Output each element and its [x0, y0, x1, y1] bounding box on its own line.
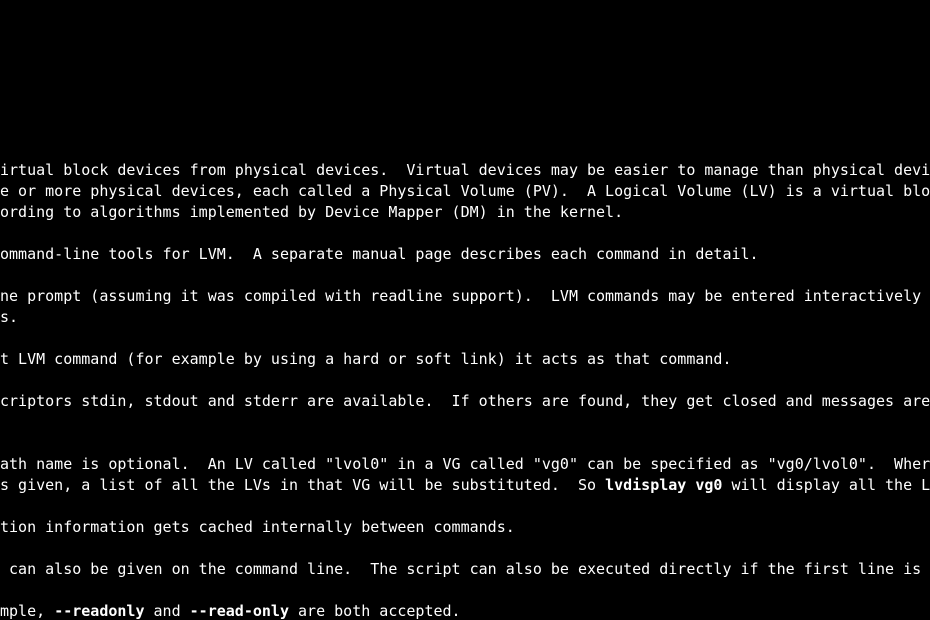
text: are both accepted.: [289, 602, 461, 620]
text: and: [145, 602, 190, 620]
terminal-screen[interactable]: irtual block devices from physical devic…: [0, 0, 930, 620]
text: s given, a list of all the LVs in that V…: [0, 476, 605, 494]
manpage-line: ath name is optional. An LV called "lvol…: [0, 454, 930, 475]
manpage-line: ording to algorithms implemented by Devi…: [0, 202, 623, 223]
manpage-line: can also be given on the command line. T…: [0, 559, 930, 580]
text: will display all the LVs in: [722, 476, 930, 494]
manpage-line: t LVM command (for example by using a ha…: [0, 349, 732, 370]
manpage-line: tion information gets cached internally …: [0, 517, 515, 538]
manpage-line: s given, a list of all the LVs in that V…: [0, 475, 930, 496]
manpage-line: ommand-line tools for LVM. A separate ma…: [0, 244, 759, 265]
manpage-line: e or more physical devices, each called …: [0, 181, 930, 202]
bold-command: lvdisplay vg0: [605, 476, 722, 494]
manpage-line: s.: [0, 307, 18, 328]
bold-option: --read-only: [190, 602, 289, 620]
text: mple,: [0, 602, 54, 620]
manpage-line: irtual block devices from physical devic…: [0, 160, 930, 181]
manpage-line: ne prompt (assuming it was compiled with…: [0, 286, 930, 307]
manpage-line: criptors stdin, stdout and stderr are av…: [0, 391, 930, 412]
manpage-line: mple, --readonly and --read-only are bot…: [0, 601, 461, 620]
bold-option: --readonly: [54, 602, 144, 620]
